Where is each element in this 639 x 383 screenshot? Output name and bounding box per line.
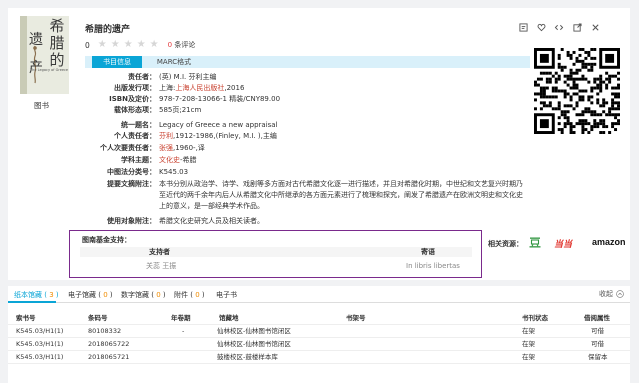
meta-row-physical: 载体形态项： 585页;21cm — [114, 106, 202, 114]
douban-icon — [529, 237, 541, 248]
star-icon[interactable]: ★ — [137, 40, 146, 50]
book-detail-card: 希 腊 的 遗 产 The Legacy of Greece 图书 希腊的遗产 … — [8, 8, 630, 280]
col-location: 馆藏地 — [219, 314, 239, 322]
cover-english-title: The Legacy of Greece — [30, 68, 69, 72]
fund-col-message: 寄语 — [421, 248, 435, 256]
cover-char-xi: 希 — [49, 17, 65, 35]
meta-row-summary: 提要文摘附注： 本书分别从政治学、诗学、戏剧等多方面对古代希腊文化逐一进行描述，… — [107, 180, 523, 210]
book-cover[interactable]: 希 腊 的 遗 产 The Legacy of Greece — [20, 16, 69, 94]
chevron-up-icon — [616, 290, 624, 298]
fund-title: 图南基金支持： — [82, 236, 131, 244]
publisher-link[interactable]: 上海人民出版社 — [175, 84, 224, 92]
holdings-tabs: 纸本馆藏 ( 3 ) 电子馆藏 ( 0 ) 数字馆藏 ( 0 ) 附件 ( 0 … — [8, 286, 630, 303]
holdings-panel: 纸本馆藏 ( 3 ) 电子馆藏 ( 0 ) 数字馆藏 ( 0 ) 附件 ( 0 … — [8, 286, 630, 383]
amazon-logo[interactable]: amazon — [592, 237, 626, 247]
collapse-button[interactable]: 收起 — [599, 289, 624, 299]
action-icons — [518, 22, 600, 32]
holdings-header-row: 索书号 条码号 年卷期 馆藏地 书架号 书刊状态 借阅属性 — [8, 312, 630, 325]
meta-row-publisher: 出版发行项： 上海:上海人民出版社,2016 — [114, 84, 245, 92]
personal-author-link[interactable]: 芬利 — [159, 132, 173, 140]
tab-ebooks[interactable]: 电子书 — [216, 290, 237, 300]
translator-link[interactable]: 张强 — [159, 144, 173, 152]
table-row[interactable]: K545.03/H1(1) 2018065721 鼓楼校区-鼓楼样本库 在架 保… — [8, 351, 630, 364]
col-status: 书刊状态 — [522, 314, 548, 322]
douban-logo[interactable] — [529, 237, 541, 250]
fund-message: In libris libertas — [406, 262, 460, 270]
note-icon[interactable] — [518, 22, 528, 32]
fund-col-supporter: 支持者 — [149, 248, 170, 256]
star-icon[interactable]: ★ — [111, 40, 120, 50]
col-loan-type: 借阅属性 — [584, 314, 610, 322]
meta-row-responsible: 责任者： (英) M.I. 芬利主编 — [128, 73, 217, 81]
dangdang-logo[interactable]: 当当 — [554, 237, 572, 250]
meta-row-uniform-title: 统一题名： Legacy of Greece a new appraisal — [121, 121, 278, 129]
meta-row-secondary: 个人次要责任者： 张强,1960-,译 — [100, 144, 205, 152]
col-barcode: 条码号 — [88, 314, 108, 322]
cover-char-la: 腊 — [49, 34, 65, 52]
comment-count-link[interactable]: 0 条评论 — [168, 40, 196, 50]
col-call-number: 索书号 — [16, 314, 36, 322]
cover-char-yi: 遗 — [29, 32, 43, 48]
tab-marc[interactable]: MARC格式 — [149, 56, 199, 68]
tab-attachments[interactable]: 附件 ( 0 ) — [174, 290, 205, 300]
tab-electronic-holdings[interactable]: 电子馆藏 ( 0 ) — [68, 290, 113, 300]
col-volume: 年卷期 — [171, 314, 191, 322]
meta-row-audience: 使用对象附注： 希腊文化史研究人员及相关读者。 — [107, 217, 264, 225]
star-icon[interactable]: ★ — [98, 40, 107, 50]
record-tabs: 书目信息 MARC格式 — [85, 56, 530, 68]
tab-digital-holdings[interactable]: 数字馆藏 ( 0 ) — [121, 290, 166, 300]
col-shelf: 书架号 — [346, 314, 366, 322]
subject-link[interactable]: 文化史 — [159, 156, 180, 164]
tab-bibliographic[interactable]: 书目信息 — [92, 56, 142, 68]
star-icon[interactable]: ★ — [150, 40, 159, 50]
cover-type-label: 图书 — [34, 101, 49, 110]
fund-table-row: 关蕊 王振 In libris libertas — [80, 261, 472, 271]
meta-row-clc: 中图法分类号： K545.03 — [107, 168, 189, 176]
close-icon[interactable] — [590, 22, 600, 32]
book-title: 希腊的遗产 — [85, 25, 131, 35]
share-icon[interactable] — [572, 22, 582, 32]
fund-table-header: 支持者 寄语 — [80, 247, 472, 257]
meta-row-personal: 个人责任者： 芬利,1912-1986,(Finley, M.I. ),主编 — [114, 132, 277, 140]
tab-print-holdings[interactable]: 纸本馆藏 ( 3 ) — [14, 290, 59, 300]
rating-bar: 0 ★ ★ ★ ★ ★ 0 条评论 — [85, 40, 195, 50]
active-tab-indicator — [8, 301, 56, 303]
heart-icon[interactable] — [536, 22, 546, 32]
qr-code-image — [534, 48, 620, 134]
cover-spine-strip — [20, 16, 27, 94]
code-icon[interactable] — [554, 22, 564, 32]
fund-supporter: 关蕊 王振 — [146, 262, 177, 270]
fund-support-panel: 图南基金支持： 支持者 寄语 关蕊 王振 In libris libertas — [69, 230, 482, 278]
meta-row-subject: 学科主题： 文化史-希腊 — [121, 156, 197, 164]
related-resources-label: 相关资源： — [488, 240, 523, 248]
rating-score: 0 — [85, 40, 90, 50]
table-row[interactable]: K545.03/H1(1) 80108332 - 仙林校区-仙林图书馆闭区 在架… — [8, 325, 630, 338]
star-icon[interactable]: ★ — [124, 40, 133, 50]
cover-char-de: 的 — [49, 51, 65, 69]
table-row[interactable]: K545.03/H1(1) 2018065722 仙林校区-仙林图书馆闭区 在架… — [8, 338, 630, 351]
meta-row-isbn: ISBN及定价： 978-7-208-13066-1 精装/CNY89.00 — [109, 95, 281, 103]
